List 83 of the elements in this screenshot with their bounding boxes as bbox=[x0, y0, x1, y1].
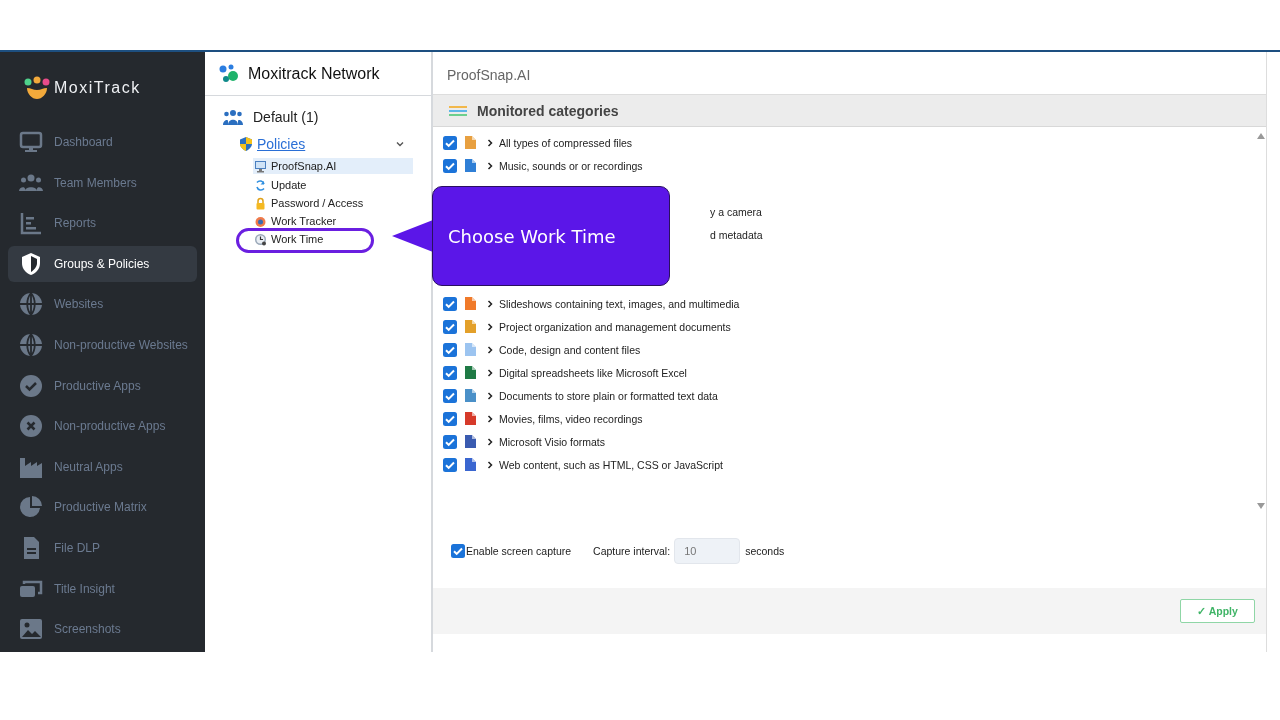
expand-icon bbox=[486, 391, 494, 400]
nav-item[interactable]: File DLP bbox=[8, 529, 197, 566]
nav-item[interactable]: Websites bbox=[8, 286, 197, 323]
tracker-icon bbox=[254, 214, 267, 228]
scroll-up-icon bbox=[1257, 133, 1265, 139]
nav-item[interactable]: Groups & Policies bbox=[8, 245, 197, 282]
nav-item[interactable]: Non-productive Apps bbox=[8, 408, 197, 445]
cross-circle-icon bbox=[19, 414, 43, 439]
nav-item[interactable]: Reports bbox=[8, 205, 197, 242]
checkbox[interactable] bbox=[443, 388, 457, 403]
category-label: Code, design and content files bbox=[499, 343, 641, 356]
expand-icon bbox=[486, 161, 494, 170]
logo-text: MoxiTrack bbox=[54, 79, 141, 97]
expand-icon bbox=[486, 460, 494, 469]
unit-label: seconds bbox=[745, 544, 785, 557]
network-icon bbox=[219, 63, 241, 84]
nav-item[interactable]: Non-productive Websites bbox=[8, 326, 197, 363]
nav-item[interactable]: Screenshots bbox=[8, 611, 197, 648]
checkbox[interactable] bbox=[443, 158, 457, 173]
nav-item[interactable]: Productive Apps bbox=[8, 367, 197, 404]
category-label: Music, sounds or or recordings bbox=[499, 159, 643, 172]
expand-icon bbox=[486, 368, 494, 377]
clock-icon bbox=[254, 232, 267, 246]
checkbox[interactable] bbox=[443, 135, 457, 150]
policies-link[interactable]: Policies bbox=[257, 136, 391, 152]
callout-text: Choose Work Time bbox=[448, 225, 616, 247]
nav-item[interactable]: Productive Matrix bbox=[8, 489, 197, 526]
category-label: Digital spreadsheets like Microsoft Excel bbox=[499, 366, 687, 379]
category-label: All types of compressed files bbox=[499, 136, 633, 149]
monitor-icon bbox=[19, 130, 43, 154]
checkbox[interactable] bbox=[451, 543, 465, 558]
nav-item[interactable]: Neutral Apps bbox=[8, 448, 197, 485]
category-label: d metadata bbox=[710, 228, 763, 241]
lock-icon bbox=[254, 196, 267, 210]
nav-item[interactable]: Title Insight bbox=[8, 570, 197, 607]
image-icon bbox=[19, 617, 43, 642]
category-label: Movies, films, video recordings bbox=[499, 412, 643, 425]
expand-icon bbox=[486, 322, 494, 331]
expand-icon bbox=[486, 437, 494, 446]
checkbox[interactable] bbox=[443, 319, 457, 334]
logo-icon bbox=[24, 76, 50, 100]
checkbox[interactable] bbox=[443, 434, 457, 449]
globe-icon bbox=[19, 332, 43, 357]
tree-item[interactable]: Work Tracker bbox=[253, 214, 337, 228]
sync-icon bbox=[254, 178, 267, 192]
category-label: Slideshows containing text, images, and multimedia bbox=[499, 297, 740, 310]
tree-item[interactable]: Update bbox=[253, 178, 307, 192]
group-icon bbox=[223, 109, 243, 125]
globe-icon bbox=[19, 292, 43, 317]
apply-button[interactable]: ✓ Apply bbox=[1180, 599, 1255, 623]
tree-title: Moxitrack Network bbox=[248, 64, 380, 83]
expand-icon bbox=[486, 138, 494, 147]
shield-icon bbox=[239, 137, 253, 151]
checkbox[interactable] bbox=[443, 342, 457, 357]
checkbox[interactable] bbox=[443, 411, 457, 426]
check-circle-icon bbox=[19, 373, 43, 398]
expand-icon bbox=[486, 299, 494, 308]
category-label: Web content, such as HTML, CSS or JavaScript bbox=[499, 458, 723, 471]
nav-item[interactable]: Team Members bbox=[8, 164, 197, 201]
nav-item[interactable]: Dashboard bbox=[8, 124, 197, 160]
monitor-icon bbox=[254, 159, 267, 173]
report-icon bbox=[19, 211, 43, 236]
section-header: Monitored categories bbox=[433, 95, 1266, 127]
checkbox-label: Enable screen capture bbox=[466, 544, 572, 557]
category-label: y a camera bbox=[710, 205, 762, 218]
checkbox[interactable] bbox=[443, 296, 457, 311]
expand-icon bbox=[486, 345, 494, 354]
tree-item[interactable]: ProofSnap.AI bbox=[253, 158, 413, 174]
interval-field[interactable]: 10 bbox=[674, 537, 741, 564]
category-label: Microsoft Visio formats bbox=[499, 435, 605, 448]
category-label: Documents to store plain or formatted text data bbox=[499, 389, 718, 402]
scroll-down-icon bbox=[1257, 503, 1265, 509]
tree-item[interactable]: Work Time bbox=[253, 232, 324, 246]
group-label[interactable]: Default (1) bbox=[253, 109, 319, 125]
shield-icon bbox=[19, 251, 43, 276]
pie-chart-icon bbox=[19, 495, 43, 520]
checkbox[interactable] bbox=[443, 365, 457, 380]
field-label: Capture interval: bbox=[593, 544, 671, 557]
checkbox[interactable] bbox=[443, 457, 457, 472]
expand-icon bbox=[486, 414, 494, 423]
category-label: Project organization and management documents bbox=[499, 320, 731, 333]
tree-item[interactable]: Password / Access bbox=[253, 196, 364, 210]
list-icon bbox=[449, 104, 467, 117]
